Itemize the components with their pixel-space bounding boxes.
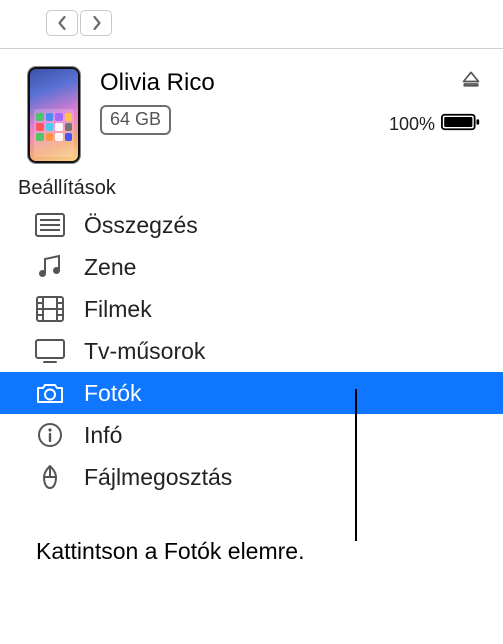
nav-toolbar [0,0,503,46]
film-icon [32,294,68,324]
sidebar-section-label: Beállítások [0,169,503,204]
device-thumbnail-icon [28,67,80,163]
device-header: Olivia Rico 64 GB 100% [0,49,503,169]
back-button[interactable] [46,10,78,36]
apps-icon [32,462,68,492]
sidebar-item-summary[interactable]: Összegzés [0,204,503,246]
sidebar-item-label: Tv-műsorok [84,338,205,365]
sidebar-item-tvshows[interactable]: Tv-műsorok [0,330,503,372]
sidebar-item-label: Összegzés [84,212,198,239]
sidebar-item-info[interactable]: Infó [0,414,503,456]
battery-status: 100% [389,112,481,137]
camera-icon [32,378,68,408]
callout-text: Kattintson a Fotók elemre. [0,504,503,565]
sidebar-item-filesharing[interactable]: Fájlmegosztás [0,456,503,498]
battery-percent: 100% [389,114,435,135]
callout-pointer-line [355,389,357,541]
sidebar-item-photos[interactable]: Fotók [0,372,503,414]
sidebar-item-label: Fotók [84,380,142,407]
list-icon [32,210,68,240]
eject-button[interactable] [461,69,481,94]
device-name: Olivia Rico [100,69,389,97]
sidebar-menu: Összegzés Zene Filmek Tv-műsorok Fotók I… [0,204,503,498]
tv-icon [32,336,68,366]
sidebar-item-music[interactable]: Zene [0,246,503,288]
sidebar-item-label: Zene [84,254,136,281]
battery-icon [441,112,481,137]
forward-button[interactable] [80,10,112,36]
callout: Kattintson a Fotók elemre. [0,504,503,565]
sidebar-item-label: Filmek [84,296,152,323]
storage-badge: 64 GB [100,105,171,135]
music-note-icon [32,252,68,282]
sidebar-item-label: Infó [84,422,122,449]
sidebar-item-label: Fájlmegosztás [84,464,232,491]
sidebar-item-movies[interactable]: Filmek [0,288,503,330]
info-icon [32,420,68,450]
